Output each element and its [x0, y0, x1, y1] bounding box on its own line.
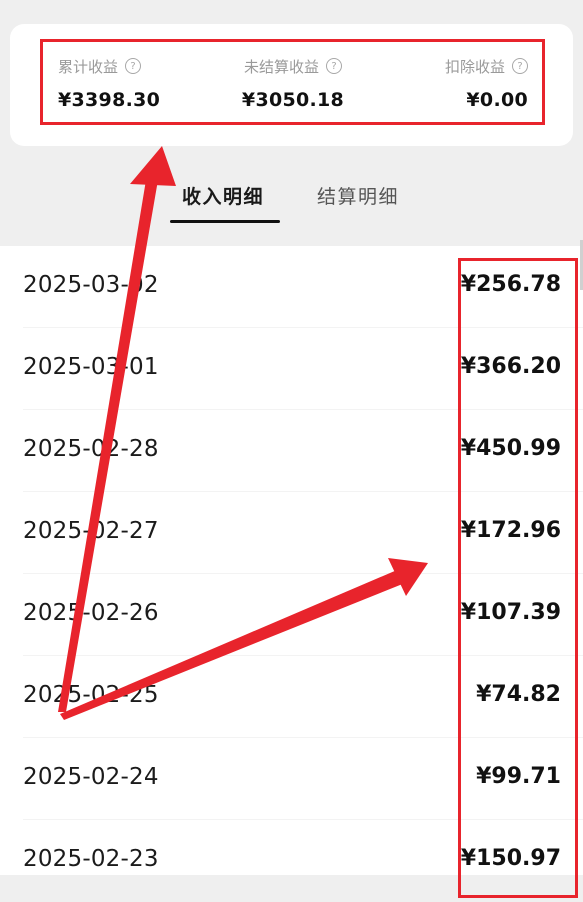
- detail-tabs: 收入明细 结算明细: [0, 150, 583, 246]
- help-icon[interactable]: ?: [326, 58, 343, 74]
- summary-total-earnings: 累计收益 ? ¥3398.30: [42, 40, 215, 126]
- list-item[interactable]: 2025-02-28 ¥450.99: [0, 410, 583, 492]
- summary-label: 扣除收益: [445, 57, 506, 76]
- tab-settlement-detail[interactable]: 结算明细: [317, 182, 399, 209]
- tab-income-detail[interactable]: 收入明细: [182, 182, 264, 209]
- record-date: 2025-02-24: [23, 764, 159, 790]
- list-item[interactable]: 2025-02-27 ¥172.96: [0, 492, 583, 574]
- record-amount: ¥450.99: [460, 436, 561, 461]
- record-date: 2025-03-02: [23, 272, 159, 298]
- list-item[interactable]: 2025-03-02 ¥256.78: [0, 246, 583, 328]
- active-tab-indicator: [170, 220, 280, 223]
- summary-value: ¥0.00: [466, 88, 529, 111]
- list-item[interactable]: 2025-02-24 ¥99.71: [0, 738, 583, 820]
- list-item[interactable]: 2025-02-25 ¥74.82: [0, 656, 583, 738]
- record-amount: ¥366.20: [460, 354, 561, 379]
- record-amount: ¥74.82: [476, 682, 561, 707]
- record-amount: ¥256.78: [460, 272, 561, 297]
- record-date: 2025-02-23: [23, 846, 159, 872]
- summary-label: 未结算收益: [244, 57, 320, 76]
- help-icon[interactable]: ?: [125, 58, 142, 74]
- record-date: 2025-03-01: [23, 354, 159, 380]
- list-item[interactable]: 2025-03-01 ¥366.20: [0, 328, 583, 410]
- summary-value: ¥3398.30: [58, 88, 161, 111]
- record-amount: ¥150.97: [460, 846, 561, 871]
- record-date: 2025-02-26: [23, 600, 159, 626]
- summary-label: 累计收益: [58, 57, 119, 76]
- summary-value: ¥3050.18: [241, 88, 345, 111]
- record-amount: ¥99.71: [476, 764, 561, 789]
- record-date: 2025-02-25: [23, 682, 159, 708]
- earnings-summary: 累计收益 ? ¥3398.30 未结算收益 ? ¥3050.18 扣除收益 ? …: [42, 40, 544, 126]
- list-item[interactable]: 2025-02-23 ¥150.97: [0, 820, 583, 902]
- income-record-list[interactable]: 2025-03-02 ¥256.78 2025-03-01 ¥366.20 20…: [0, 246, 583, 875]
- record-amount: ¥107.39: [460, 600, 561, 625]
- help-icon[interactable]: ?: [512, 58, 529, 74]
- summary-deducted-earnings: 扣除收益 ? ¥0.00: [371, 40, 544, 126]
- record-amount: ¥172.96: [460, 518, 561, 543]
- record-date: 2025-02-28: [23, 436, 159, 462]
- summary-unsettled-earnings: 未结算收益 ? ¥3050.18: [215, 40, 372, 126]
- record-date: 2025-02-27: [23, 518, 159, 544]
- list-item[interactable]: 2025-02-26 ¥107.39: [0, 574, 583, 656]
